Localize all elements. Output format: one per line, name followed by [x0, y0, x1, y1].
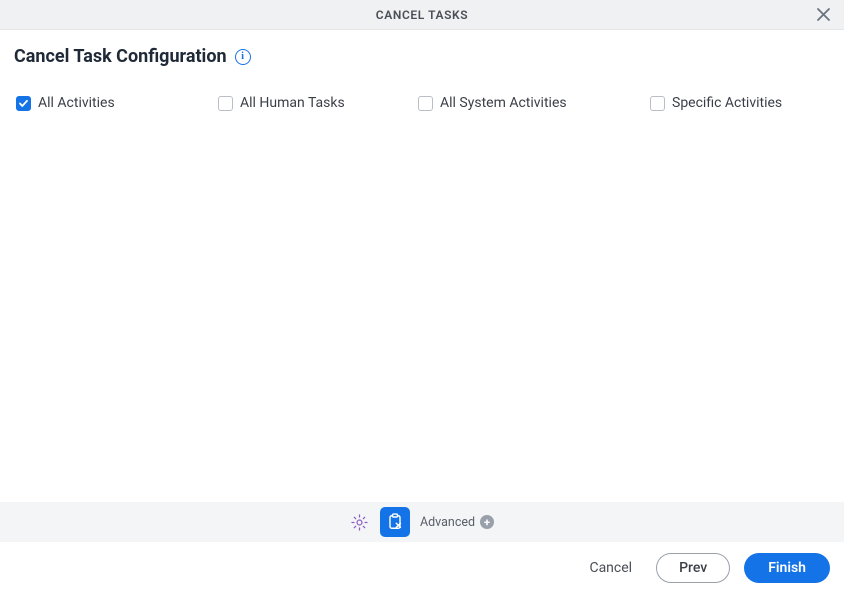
cancel-button[interactable]: Cancel	[579, 554, 642, 582]
advanced-label-text: Advanced	[420, 515, 475, 530]
dialog-footer: Cancel Prev Finish	[0, 542, 844, 594]
close-button[interactable]	[812, 4, 834, 26]
option-all-human-tasks[interactable]: All Human Tasks	[218, 95, 418, 111]
settings-button[interactable]	[350, 512, 370, 532]
option-specific-activities[interactable]: Specific Activities	[650, 95, 830, 111]
dialog-header: CANCEL TASKS	[0, 0, 844, 30]
checkbox-all-human-tasks[interactable]	[218, 96, 233, 111]
option-label: All Human Tasks	[240, 95, 345, 111]
gear-icon	[350, 513, 369, 532]
section-title-row: Cancel Task Configuration i	[14, 46, 830, 67]
info-icon[interactable]: i	[235, 49, 251, 65]
option-label: All System Activities	[440, 95, 567, 111]
finish-button[interactable]: Finish	[744, 553, 830, 583]
plus-icon: +	[480, 515, 494, 529]
close-icon	[816, 7, 831, 22]
prev-button[interactable]: Prev	[656, 553, 730, 583]
checkbox-specific-activities[interactable]	[650, 96, 665, 111]
clipboard-button[interactable]	[380, 507, 410, 537]
options-row: All Activities All Human Tasks All Syste…	[14, 95, 830, 111]
section-title: Cancel Task Configuration	[14, 46, 227, 67]
option-label: Specific Activities	[672, 95, 782, 111]
advanced-toggle[interactable]: Advanced +	[420, 515, 494, 530]
dialog-content: Cancel Task Configuration i All Activiti…	[0, 30, 844, 502]
checkbox-all-activities[interactable]	[16, 96, 31, 111]
advanced-bar: Advanced +	[0, 502, 844, 542]
dialog-title: CANCEL TASKS	[376, 8, 468, 22]
option-all-activities[interactable]: All Activities	[16, 95, 218, 111]
clipboard-x-icon	[385, 512, 405, 532]
option-label: All Activities	[38, 95, 115, 111]
checkbox-all-system-activities[interactable]	[418, 96, 433, 111]
option-all-system-activities[interactable]: All System Activities	[418, 95, 650, 111]
